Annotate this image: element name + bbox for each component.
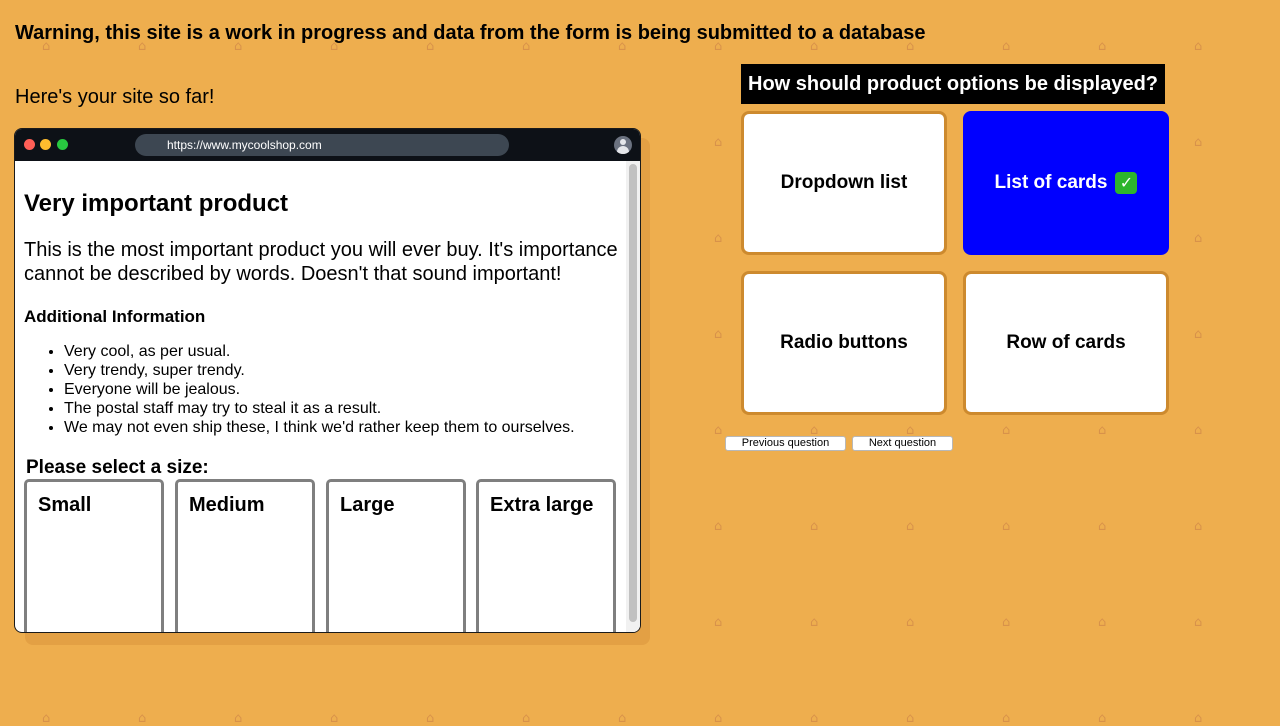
product-title: Very important product: [24, 190, 289, 217]
basket-icon: ⌂: [906, 615, 915, 630]
basket-icon: ⌂: [714, 327, 723, 342]
question-heading: How should product options be displayed?: [741, 64, 1165, 104]
basket-icon: ⌂: [1002, 423, 1011, 438]
size-card-medium[interactable]: Medium: [175, 479, 315, 632]
option-label: List of cards: [994, 172, 1108, 193]
basket-icon: ⌂: [1194, 711, 1203, 726]
scrollbar[interactable]: [626, 161, 640, 632]
close-dot-icon: [24, 139, 35, 150]
option-label: Row of cards: [1006, 332, 1126, 353]
additional-info-heading: Additional Information: [24, 307, 206, 326]
basket-icon: ⌂: [1098, 711, 1107, 726]
size-select-label: Please select a size:: [26, 457, 209, 478]
info-list: Very cool, as per usual. Very trendy, su…: [24, 342, 575, 437]
scrollbar-thumb[interactable]: [629, 164, 637, 622]
basket-icon: ⌂: [906, 711, 915, 726]
basket-icon: ⌂: [138, 711, 147, 726]
basket-icon: ⌂: [714, 135, 723, 150]
basket-icon: ⌂: [810, 711, 819, 726]
option-label: Dropdown list: [780, 172, 908, 193]
basket-icon: ⌂: [1002, 39, 1011, 54]
basket-icon: ⌂: [618, 711, 627, 726]
size-card-extra-large[interactable]: Extra large: [476, 479, 616, 632]
browser-mockup: https://www.mycoolshop.com Very importan…: [14, 128, 641, 633]
minimize-dot-icon: [40, 139, 51, 150]
basket-icon: ⌂: [714, 615, 723, 630]
basket-icon: ⌂: [1098, 519, 1107, 534]
basket-icon: ⌂: [1194, 135, 1203, 150]
previous-question-button[interactable]: Previous question: [725, 436, 846, 451]
basket-icon: ⌂: [1098, 423, 1107, 438]
url-bar: https://www.mycoolshop.com: [135, 134, 509, 156]
list-item: We may not even ship these, I think we'd…: [64, 418, 575, 437]
basket-icon: ⌂: [234, 711, 243, 726]
basket-icon: ⌂: [1002, 519, 1011, 534]
basket-icon: ⌂: [1098, 615, 1107, 630]
size-card-large[interactable]: Large: [326, 479, 466, 632]
basket-icon: ⌂: [42, 711, 51, 726]
basket-icon: ⌂: [426, 711, 435, 726]
warning-banner: Warning, this site is a work in progress…: [15, 22, 926, 44]
basket-icon: ⌂: [1194, 327, 1203, 342]
basket-icon: ⌂: [714, 423, 723, 438]
size-card-small[interactable]: Small: [24, 479, 164, 632]
basket-icon: ⌂: [1098, 39, 1107, 54]
option-row-of-cards[interactable]: Row of cards: [963, 271, 1169, 415]
list-item: Everyone will be jealous.: [64, 380, 575, 399]
option-radio-buttons[interactable]: Radio buttons: [741, 271, 947, 415]
list-item: The postal staff may try to steal it as …: [64, 399, 575, 418]
basket-icon: ⌂: [1194, 39, 1203, 54]
basket-icon: ⌂: [522, 711, 531, 726]
basket-icon: ⌂: [1194, 423, 1203, 438]
basket-icon: ⌂: [330, 711, 339, 726]
basket-icon: ⌂: [1002, 615, 1011, 630]
basket-icon: ⌂: [1002, 711, 1011, 726]
list-item: Very cool, as per usual.: [64, 342, 575, 361]
basket-icon: ⌂: [714, 711, 723, 726]
maximize-dot-icon: [57, 139, 68, 150]
basket-icon: ⌂: [1194, 519, 1203, 534]
option-dropdown-list[interactable]: Dropdown list: [741, 111, 947, 255]
basket-icon: ⌂: [810, 615, 819, 630]
basket-icon: ⌂: [1194, 615, 1203, 630]
option-label: Radio buttons: [780, 332, 908, 353]
browser-viewport: Very important product This is the most …: [15, 161, 640, 632]
basket-icon: ⌂: [714, 519, 723, 534]
basket-icon: ⌂: [714, 231, 723, 246]
option-list-of-cards[interactable]: List of cards ✓: [963, 111, 1169, 255]
product-description: This is the most important product you w…: [24, 239, 618, 285]
basket-icon: ⌂: [810, 519, 819, 534]
list-item: Very trendy, super trendy.: [64, 361, 575, 380]
next-question-button[interactable]: Next question: [852, 436, 953, 451]
intro-text: Here's your site so far!: [15, 86, 215, 108]
basket-icon: ⌂: [1194, 231, 1203, 246]
check-mark-icon: ✓: [1115, 172, 1138, 194]
profile-icon: [614, 136, 632, 154]
browser-toolbar: https://www.mycoolshop.com: [15, 129, 640, 161]
basket-icon: ⌂: [906, 519, 915, 534]
